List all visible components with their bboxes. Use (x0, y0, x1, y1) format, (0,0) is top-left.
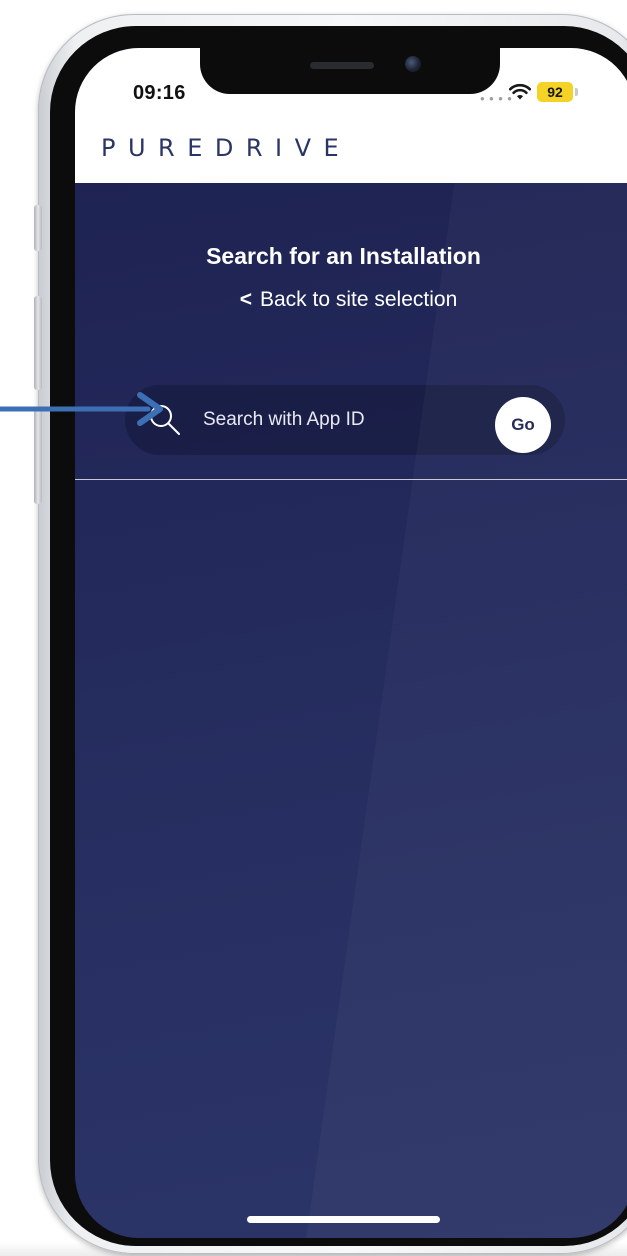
arrow-right-icon (0, 392, 163, 426)
app-screen: 09:16 ● ● ● ● 92 PUREDRIVE Search for an… (75, 48, 627, 1238)
back-to-site-selection-link[interactable]: < Back to site selection (75, 288, 622, 312)
chevron-left-icon: < (239, 288, 252, 311)
home-indicator[interactable] (247, 1216, 440, 1223)
mute-switch (34, 205, 42, 251)
front-camera-icon (405, 56, 421, 72)
back-link-label: Back to site selection (260, 288, 458, 311)
camera-notch (200, 48, 500, 94)
brand-logo: PUREDRIVE (101, 134, 352, 162)
earpiece-speaker (310, 62, 374, 69)
page-title: Search for an Installation (206, 243, 481, 269)
status-time: 09:16 (133, 82, 186, 104)
device-mockup: 09:16 ● ● ● ● 92 PUREDRIVE Search for an… (0, 0, 627, 1256)
go-button[interactable]: Go (495, 397, 551, 453)
battery-cap (575, 88, 578, 96)
section-divider (75, 479, 627, 480)
battery-level-badge: 92 (537, 82, 573, 102)
wifi-icon (508, 83, 532, 100)
app-id-search-bar[interactable]: Search with App ID Go (125, 385, 565, 455)
search-input[interactable]: Search with App ID (203, 409, 365, 431)
volume-up-button (34, 296, 42, 390)
